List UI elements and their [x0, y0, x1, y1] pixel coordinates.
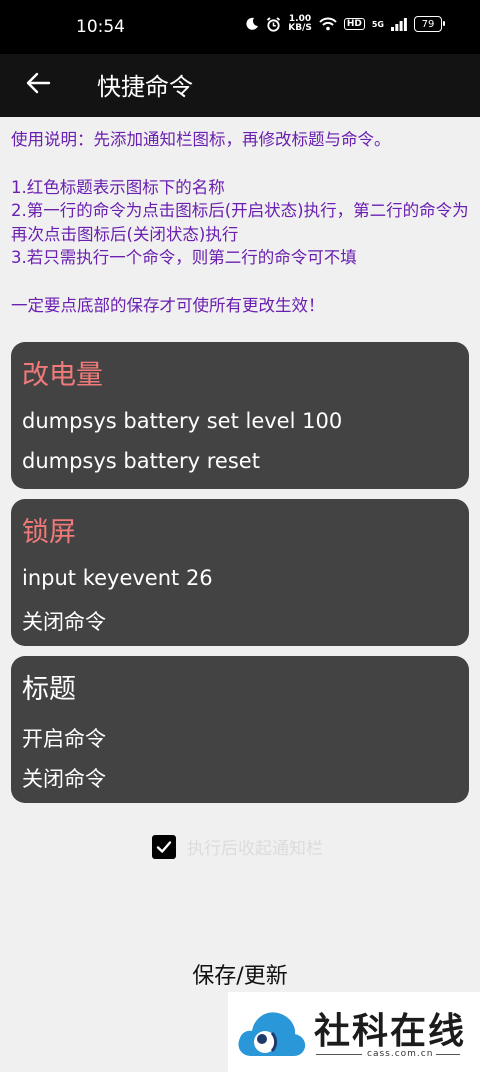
command-card: 标题 开启命令 关闭命令 — [11, 656, 469, 803]
collapse-checkbox-label[interactable]: 执行后收起通知栏 — [187, 834, 323, 859]
card-title[interactable]: 标题 — [22, 667, 76, 706]
instruction-point-3: 3.若只需执行一个命令，则第二行的命令可不填 — [11, 248, 357, 267]
command-off-field[interactable]: dumpsys battery reset — [22, 449, 260, 473]
cloud-logo-icon — [238, 1012, 306, 1056]
save-update-button[interactable]: 保存/更新 — [0, 958, 480, 990]
usage-text: 使用说明：先添加通知栏图标，再修改标题与命令。 — [11, 130, 391, 149]
warning-text: 一定要点底部的保存才可使所有更改生效！ — [11, 295, 325, 315]
command-off-field[interactable]: 关闭命令 — [22, 763, 106, 793]
status-icons: 1.00 KB/S HD 5G 79 — [245, 14, 445, 33]
alarm-icon — [267, 16, 281, 32]
instruction-point-2: 2.第一行的命令为点击图标后(开启状态)执行，第二行的命令为再次点击图标后(关闭… — [11, 201, 469, 244]
instruction-point-1: 1.红色标题表示图标下的名称 — [11, 177, 225, 197]
collapse-notification-option[interactable]: 执行后收起通知栏 — [152, 834, 323, 859]
signal-bars-icon — [391, 17, 407, 31]
command-card: 改电量 dumpsys battery set level 100 dumpsy… — [11, 342, 469, 489]
watermark: 社科在线 cass.com.cn — [228, 992, 480, 1072]
watermark-text: 社科在线 — [314, 1011, 467, 1052]
command-on-field[interactable]: 开启命令 — [22, 723, 106, 753]
card-title[interactable]: 锁屏 — [22, 510, 76, 549]
checkmark-icon — [156, 840, 172, 853]
hd-badge: HD — [343, 18, 365, 30]
watermark-url: cass.com.cn — [367, 1049, 434, 1059]
battery-icon: 79 — [414, 16, 445, 32]
app-bar: 快捷命令 — [0, 54, 480, 117]
instructions: 使用说明：先添加通知栏图标，再修改标题与命令。 1.红色标题表示图标下的名称 2… — [11, 128, 473, 317]
command-on-field[interactable]: dumpsys battery set level 100 — [22, 409, 342, 433]
net-speed: 1.00 KB/S — [288, 14, 312, 33]
command-off-field[interactable]: 关闭命令 — [22, 606, 106, 636]
card-title[interactable]: 改电量 — [22, 353, 103, 392]
collapse-checkbox[interactable] — [152, 834, 176, 859]
status-bar: 10:54 1.00 KB/S HD 5G 79 — [0, 0, 480, 54]
signal-type: 5G — [371, 19, 384, 29]
command-on-field[interactable]: input keyevent 26 — [22, 566, 213, 590]
wifi-icon — [319, 17, 337, 31]
crescent-moon-icon — [246, 17, 259, 30]
command-card: 锁屏 input keyevent 26 关闭命令 — [11, 499, 469, 646]
status-time: 10:54 — [76, 17, 125, 37]
back-arrow-icon[interactable] — [24, 69, 52, 97]
page-title: 快捷命令 — [97, 73, 193, 101]
